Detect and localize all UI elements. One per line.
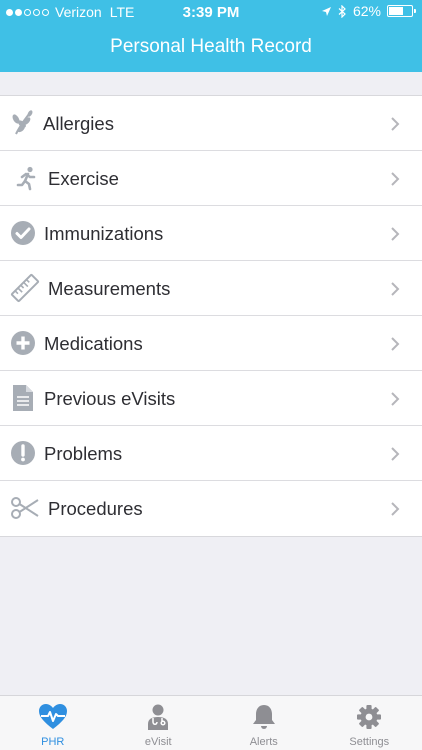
tab-phr[interactable]: PHR — [0, 696, 106, 750]
menu-item-label: Medications — [44, 333, 143, 354]
menu-item-label: Allergies — [43, 113, 114, 134]
menu-item-label: Procedures — [48, 498, 143, 519]
chevron-right-icon — [391, 337, 400, 351]
page-title: Personal Health Record — [110, 36, 312, 57]
bell-icon — [252, 705, 275, 729]
menu-item-allergies[interactable]: Allergies — [0, 96, 422, 151]
document-icon — [13, 385, 33, 411]
battery-icon — [387, 5, 416, 17]
location-arrow-icon — [321, 6, 331, 16]
menu-item-label: Exercise — [48, 168, 119, 189]
menu-item-label: Previous eVisits — [44, 388, 176, 409]
tab-alerts[interactable]: Alerts — [211, 696, 317, 750]
menu-item-procedures[interactable]: Procedures — [0, 481, 422, 536]
menu-item-problems[interactable]: Problems — [0, 426, 422, 481]
chevron-right-icon — [391, 227, 400, 241]
tab-label: eVisit — [144, 736, 172, 748]
chevron-right-icon — [391, 172, 400, 186]
tab-label: PHR — [41, 736, 65, 748]
exclamation-circle-icon — [11, 441, 35, 465]
app-header: Verizon LTE 3:39 PM 62% Personal Health … — [0, 0, 422, 72]
tab-label: Settings — [349, 736, 390, 748]
doctor-icon — [148, 704, 169, 730]
running-person-icon — [16, 166, 36, 191]
leaf-icon — [12, 110, 33, 135]
menu-item-measurements[interactable]: Measurements — [0, 261, 422, 316]
menu-item-previous-evisits[interactable]: Previous eVisits — [0, 371, 422, 426]
tab-evisit[interactable]: eVisit — [106, 696, 212, 750]
tab-settings[interactable]: Settings — [317, 696, 422, 750]
chevron-right-icon — [391, 502, 400, 516]
gear-icon — [357, 705, 382, 729]
menu-item-label: Immunizations — [44, 223, 164, 244]
ruler-icon — [10, 273, 40, 303]
chevron-right-icon — [391, 282, 400, 296]
scissors-icon — [11, 497, 39, 519]
heart-pulse-icon — [38, 704, 67, 729]
battery-percent: 62% — [352, 3, 381, 19]
chevron-right-icon — [391, 447, 400, 461]
menu-item-label: Problems — [44, 443, 123, 464]
tab-label: Alerts — [249, 736, 278, 748]
phr-menu-list: Allergies Exercise Immunizations Measure… — [0, 95, 422, 537]
checkmark-circle-icon — [11, 221, 35, 245]
chevron-right-icon — [391, 117, 400, 131]
status-bar: Verizon LTE 3:39 PM 62% — [0, 0, 422, 24]
plus-circle-icon — [11, 331, 35, 355]
menu-item-label: Measurements — [48, 278, 171, 299]
menu-item-immunizations[interactable]: Immunizations — [0, 206, 422, 261]
chevron-right-icon — [391, 392, 400, 406]
bluetooth-icon — [338, 4, 346, 18]
menu-item-exercise[interactable]: Exercise — [0, 151, 422, 206]
tab-bar: PHR eVisit Alerts Settings — [0, 695, 422, 750]
menu-item-medications[interactable]: Medications — [0, 316, 422, 371]
